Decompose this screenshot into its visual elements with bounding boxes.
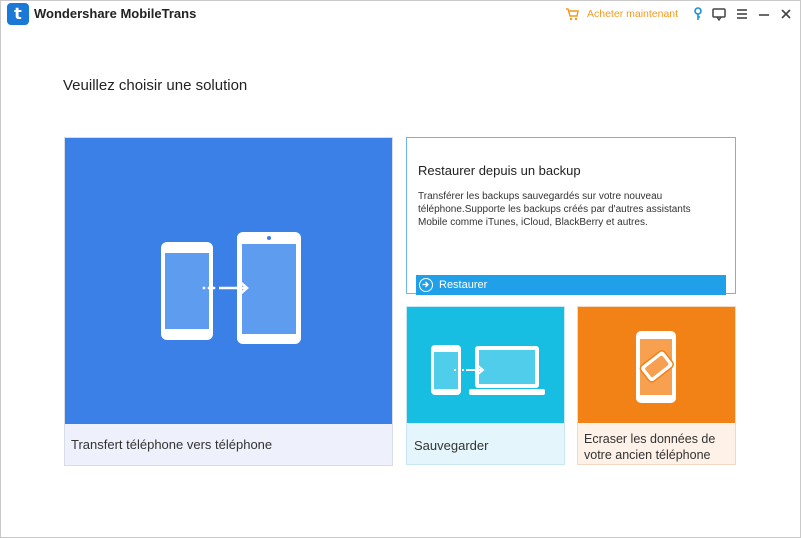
phone-transfer-illustration — [65, 138, 392, 424]
erase-card[interactable]: Ecraser les données de votre ancien télé… — [577, 306, 736, 465]
restore-button-label: Restaurer — [439, 279, 488, 291]
restore-button[interactable]: Restaurer — [416, 275, 726, 295]
close-icon[interactable] — [778, 6, 794, 22]
app-window: t Wondershare MobileTrans Acheter mainte… — [0, 0, 801, 538]
cart-icon — [566, 7, 579, 20]
restore-backup-card[interactable]: Restaurer depuis un backup Transférer le… — [406, 137, 736, 295]
menu-icon[interactable] — [734, 6, 750, 22]
backup-label: Sauvegarder — [414, 438, 489, 453]
restore-backup-title: Restaurer depuis un backup — [418, 163, 581, 178]
phone-transfer-label: Transfert téléphone vers téléphone — [71, 437, 273, 452]
backup-illustration — [407, 307, 564, 423]
backup-card[interactable]: Sauvegarder — [406, 306, 565, 465]
page-heading: Veuillez choisir une solution — [63, 77, 248, 94]
arrow-right-circle-icon — [419, 278, 433, 292]
buy-now-label: Acheter maintenant — [587, 8, 679, 20]
key-icon[interactable] — [690, 6, 706, 22]
buy-now-button[interactable]: Acheter maintenant — [565, 5, 678, 23]
title-bar: t Wondershare MobileTrans Acheter mainte… — [1, 1, 800, 27]
phone-eraser-icon — [636, 331, 676, 403]
restore-backup-description: Transférer les backups sauvegardés sur v… — [418, 191, 691, 228]
phone-to-laptop-icon — [431, 345, 545, 395]
erase-illustration — [578, 307, 735, 423]
feedback-icon[interactable] — [711, 6, 727, 22]
app-logo: t — [7, 3, 29, 25]
phone-transfer-card[interactable]: Transfert téléphone vers téléphone — [64, 137, 393, 466]
app-title: Wondershare MobileTrans — [34, 6, 197, 21]
minimize-icon[interactable] — [756, 6, 772, 22]
erase-label: Ecraser les données de votre ancien télé… — [584, 432, 716, 462]
phone-to-phone-icon — [161, 232, 301, 344]
